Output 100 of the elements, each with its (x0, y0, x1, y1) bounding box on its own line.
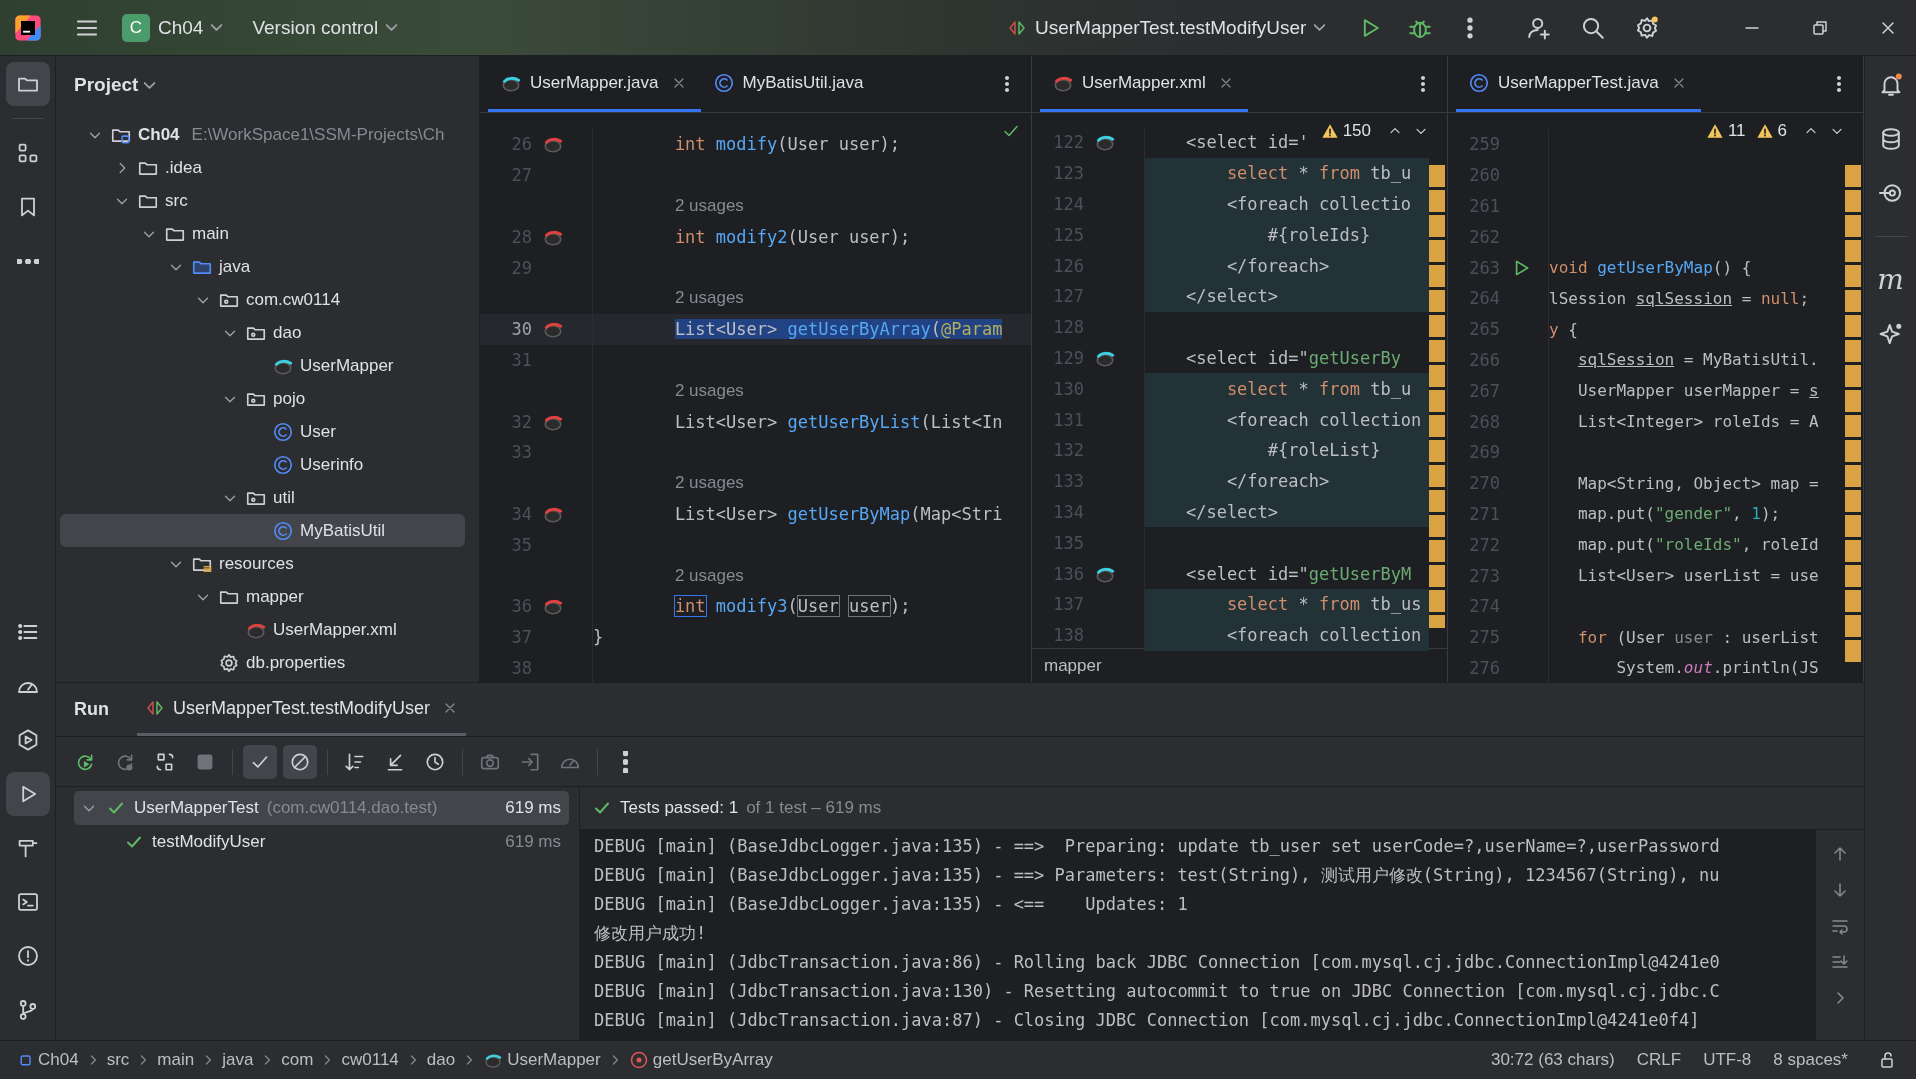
tree-item[interactable]: dao (60, 316, 465, 349)
method-icon (628, 1050, 649, 1070)
usages-hint[interactable]: 2 usages (674, 565, 744, 586)
workspace-badge: C (122, 13, 150, 42)
status-item[interactable]: 8 spaces* (1773, 1050, 1848, 1070)
warning-stripe[interactable] (1429, 165, 1445, 628)
usages-hint[interactable]: 2 usages (674, 380, 744, 401)
test-duration: 619 ms (505, 832, 561, 852)
code-line: Map<String, Object> map = (1577, 473, 1819, 493)
test-config-icon (145, 698, 165, 718)
usages-hint[interactable]: 2 usages (674, 288, 744, 309)
maven-tool-button[interactable]: m (1877, 267, 1904, 293)
tree-item[interactable]: User (60, 415, 465, 448)
sparkle-icon[interactable] (1877, 321, 1904, 347)
test-item[interactable]: UserMapperTest (com.cw0114.dao.test) 619 ms (74, 791, 569, 825)
breadcrumb-item[interactable]: com (281, 1050, 314, 1070)
tree-item[interactable]: java (60, 250, 465, 283)
code-line: System.out.println(JS (1616, 658, 1819, 678)
code-line: <foreach collection (1226, 409, 1422, 430)
code-line: <select id="getUserBy (1185, 347, 1401, 368)
code-line: for (User user : userList (1577, 627, 1819, 647)
status-item[interactable]: UTF-8 (1703, 1050, 1752, 1070)
usages-hint[interactable]: 2 usages (674, 196, 744, 216)
warning-count[interactable]: 11 (1727, 121, 1746, 141)
code-line: sqlSession = MyBatisUtil. (1577, 350, 1819, 370)
class-icon (272, 453, 294, 476)
breadcrumb-item[interactable]: mapper (1044, 655, 1102, 676)
breadcrumb-item[interactable]: src (106, 1050, 130, 1070)
console-line: DEBUG [main] (BaseJdbcLogger.java:135) - ==> Parameters: test(String), 测试用户修改(String), 1234567(String), nu (594, 864, 1721, 887)
test-item[interactable]: testModifyUser 619 ms (74, 825, 569, 859)
warning-count[interactable]: 6 (1777, 121, 1787, 141)
breadcrumb-item[interactable]: java (222, 1050, 254, 1070)
vcs-menu[interactable]: Version control (244, 12, 406, 43)
square-icon (18, 1052, 34, 1068)
caret-icon (1314, 24, 1326, 31)
breadcrumb-item[interactable]: dao (426, 1050, 456, 1070)
breadcrumb-item[interactable]: Ch04 (18, 1050, 79, 1070)
panel-title: Run (74, 698, 109, 721)
editor-tab[interactable]: MyBatisUtil.java (700, 56, 878, 112)
code-line: <select id=' (1185, 132, 1309, 153)
breadcrumb-item[interactable]: UserMapper (483, 1050, 601, 1070)
panel-title-dropdown[interactable]: Project (68, 73, 162, 97)
warning-count[interactable]: 150 (1342, 121, 1371, 141)
tree-item[interactable]: mapper (60, 580, 465, 613)
slash-circle-button[interactable] (283, 744, 317, 779)
tree-item[interactable]: resources (60, 547, 465, 580)
settings-icon[interactable] (1634, 14, 1660, 41)
gear-icon (218, 651, 240, 674)
warning-stripe[interactable] (1845, 165, 1861, 662)
code-line: map.put("roleIds", roleId (1577, 535, 1819, 555)
check-button[interactable] (243, 744, 277, 779)
editor-tab[interactable]: UserMapperTest.java (1456, 56, 1701, 112)
workspace-switcher[interactable]: C Ch04 (114, 9, 231, 46)
tree-item[interactable]: com.cw0114 (60, 283, 465, 316)
status-item[interactable]: 30:72 (63 chars) (1490, 1050, 1615, 1070)
code-line: List<Integer> roleIds = A (1577, 412, 1819, 432)
code-line: <select id="getUserByM (1185, 563, 1412, 584)
breadcrumb-item[interactable]: cw0114 (341, 1050, 399, 1070)
code-line: } (593, 627, 604, 648)
console-line: DEBUG [main] (JdbcTransaction.java:130) - Resetting autocommit to true on JDBC Connection [com.mysql.cj.jdbc.C (594, 980, 1721, 1003)
console-line: 修改用户成功! (594, 922, 708, 945)
run-tab[interactable]: UserMapperTest.testModifyUser (137, 683, 467, 736)
breadcrumb-item[interactable]: main (157, 1050, 195, 1070)
more-icon (622, 750, 628, 773)
tree-item[interactable]: Ch04 E:\WorkSpace1\SSM-Projects\Ch (60, 118, 465, 151)
tree-item[interactable]: main (60, 217, 465, 250)
folder-tool-button[interactable] (5, 62, 50, 106)
usages-hint[interactable]: 2 usages (674, 473, 744, 494)
editor-tab[interactable]: UserMapper.java (488, 56, 701, 112)
class-icon (272, 420, 294, 443)
code-line: <foreach collectio (1226, 194, 1412, 214)
code-line: </select> (1185, 286, 1279, 307)
tree-item[interactable]: db.properties (60, 646, 465, 679)
tree-item[interactable]: .idea (60, 151, 465, 184)
code-line: lSession sqlSession = null; (1549, 288, 1810, 308)
status-item[interactable]: CRLF (1636, 1050, 1682, 1070)
tree-item[interactable]: Userinfo (60, 448, 465, 481)
more-icon (16, 258, 39, 264)
tree-item[interactable]: UserMapper.xml (60, 613, 465, 646)
code-line: select * from tb_u (1226, 378, 1412, 399)
tree-item[interactable]: src (60, 184, 465, 217)
test-summary: Tests passed: 1 (620, 798, 739, 818)
editor-tab[interactable]: UserMapper.xml (1040, 56, 1248, 112)
tree-item[interactable]: pojo (60, 382, 465, 415)
code-line: UserMapper userMapper = s (1577, 381, 1819, 401)
tree-item[interactable]: UserMapper (60, 349, 465, 382)
exclamation-icon (15, 944, 40, 968)
code-line: </foreach> (1226, 255, 1330, 276)
toggle-icon (154, 750, 176, 773)
breadcrumb-item[interactable]: getUserByArray (628, 1050, 773, 1070)
tree-item[interactable]: util (60, 481, 465, 514)
run-config-selector[interactable]: UserMapperTest.testModifyUser (999, 12, 1334, 43)
code-line: #{roleList} (1267, 440, 1381, 461)
line-number: 30 (510, 319, 532, 340)
play-tool-button[interactable] (5, 772, 50, 816)
terminal-icon (15, 890, 40, 914)
warning-icon (1755, 122, 1774, 140)
app-logo-icon[interactable] (14, 13, 42, 42)
import-icon (519, 750, 541, 773)
tree-item[interactable]: MyBatisUtil (60, 514, 465, 547)
